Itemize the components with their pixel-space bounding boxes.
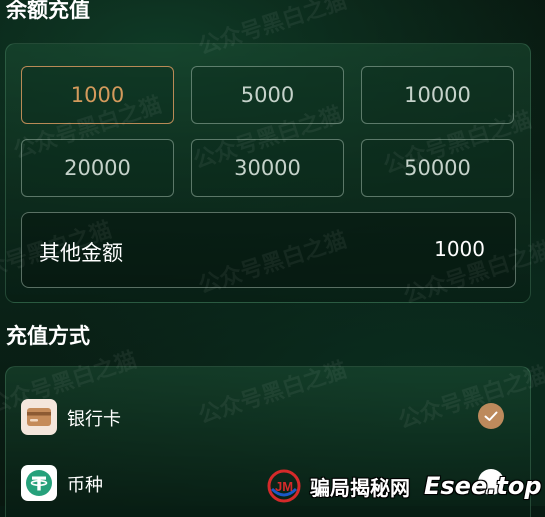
amount-option-30000[interactable]: 30000 bbox=[191, 139, 344, 197]
other-amount-value[interactable]: 1000 bbox=[434, 237, 485, 261]
overlay-brand: JM 骗局揭秘网 Esee.top bbox=[264, 466, 542, 506]
section-title-payment: 充值方式 bbox=[6, 324, 90, 348]
section-title-topup: 余额充值 bbox=[6, 0, 90, 22]
payment-label-bank: 银行卡 bbox=[67, 409, 121, 430]
brand-logo-icon: JM bbox=[267, 469, 301, 503]
other-amount-field[interactable]: 其他金额 1000 bbox=[21, 212, 516, 288]
brand-en-text: Esee.top bbox=[424, 472, 542, 500]
amount-option-10000[interactable]: 10000 bbox=[361, 66, 514, 124]
amount-card: 1000 5000 10000 20000 30000 50000 其他金额 1… bbox=[5, 43, 531, 303]
brand-logo-text: JM bbox=[275, 479, 293, 494]
amount-option-50000[interactable]: 50000 bbox=[361, 139, 514, 197]
amount-option-1000[interactable]: 1000 bbox=[21, 66, 174, 124]
other-amount-label: 其他金额 bbox=[39, 241, 123, 265]
brand-cn-text: 骗局揭秘网 bbox=[310, 475, 410, 500]
payment-label-coin: 币种 bbox=[67, 475, 103, 496]
amount-option-5000[interactable]: 5000 bbox=[191, 66, 344, 124]
tether-coin-icon bbox=[21, 465, 57, 501]
bank-card-icon bbox=[21, 399, 57, 435]
check-icon bbox=[478, 403, 504, 429]
amount-option-20000[interactable]: 20000 bbox=[21, 139, 174, 197]
